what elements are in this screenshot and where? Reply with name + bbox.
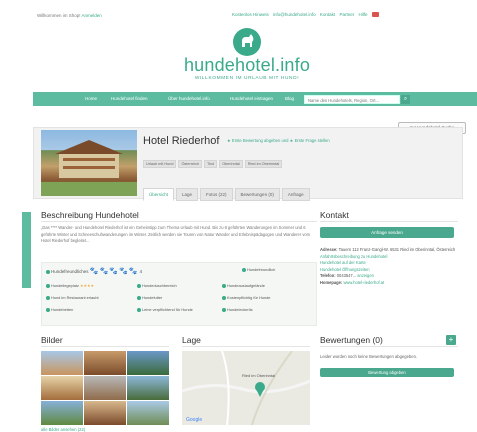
main-navigation: Home Hundehotel finden Über hundehotel.i… (33, 92, 477, 106)
divider (41, 221, 317, 222)
divider (41, 346, 169, 347)
nav-hundehotel-finden[interactable]: Hundehotel finden (111, 96, 148, 101)
map-place-label: Ried im Oberinntal (242, 373, 276, 378)
check-icon (222, 295, 226, 300)
write-review-button[interactable]: Bewertung abgeben (320, 368, 454, 377)
feature-item: Hundefreundlich (247, 267, 276, 272)
hotel-photo[interactable] (41, 130, 137, 196)
tab-bewertungen[interactable]: Bewertungen (0) (234, 188, 280, 201)
divider (320, 221, 458, 222)
feature-item: Hundebetten (51, 307, 74, 312)
top-link-kontakt[interactable]: Kontakt (320, 12, 335, 17)
nav-eintragen[interactable]: Hundehotel eintragen (230, 96, 273, 101)
check-icon (137, 283, 141, 288)
tab-lage[interactable]: Lage (176, 188, 199, 201)
top-link-hilfe[interactable]: Hilfe (358, 12, 367, 17)
check-icon (137, 307, 141, 312)
top-link-email[interactable]: info@hundehotel.info (273, 12, 316, 17)
feature-item: Hundeduschbereich (142, 283, 177, 288)
lage-title: Lage (182, 335, 201, 345)
no-reviews-text: Leider wurden noch keine Bewertungen abg… (320, 354, 418, 359)
homepage-label: Homepage: (320, 279, 343, 285)
features-box: Hundefreundliches 🐾🐾🐾🐾🐾 4 Hundeliegeplat… (41, 262, 317, 326)
svg-text:Google: Google (186, 417, 202, 423)
feature-item: Hund im Restaurant erlaubt (51, 295, 99, 300)
gallery-photo[interactable] (84, 401, 126, 425)
check-icon (242, 267, 246, 272)
check-icon (222, 307, 226, 312)
tag-region[interactable]: Tirol (203, 160, 218, 168)
check-icon (46, 283, 50, 288)
phone-label: Telefon: (320, 273, 336, 278)
top-link-partner[interactable]: Partner (339, 12, 354, 17)
side-feedback-tab[interactable] (22, 212, 31, 288)
logo-text[interactable]: hundehotel.info (177, 55, 317, 76)
paw-count: 4 (139, 269, 143, 274)
gallery-photo[interactable] (127, 376, 169, 400)
bilder-title: Bilder (41, 335, 63, 345)
feature-item: Hundeleckerlis (227, 307, 253, 312)
kontakt-title: Kontakt (320, 210, 349, 220)
homepage-link[interactable]: www.hotel-riederhof.at (343, 280, 384, 285)
feature-item: Hundeauslaufgelände (227, 283, 265, 288)
bewertungen-title: Bewertungen (0) (320, 335, 383, 345)
gallery-photo[interactable] (41, 376, 83, 400)
divider (320, 346, 458, 347)
rating-links[interactable]: ★ Erste Bewertung abgeben und ★ Erste Fr… (227, 138, 330, 143)
tab-uebersicht[interactable]: Übersicht (143, 188, 175, 201)
login-link[interactable]: Anmelden (82, 13, 102, 18)
check-icon (46, 295, 50, 300)
more-photos-link[interactable]: alle Bilder ansehen (22) (41, 427, 85, 432)
gallery-photo[interactable] (41, 401, 83, 425)
tag-land[interactable]: Österreich (178, 160, 202, 168)
hotel-name: Hotel Riederhof (143, 135, 220, 147)
nav-ueber[interactable]: Über hundehotel.info (168, 96, 210, 101)
hotel-tags: Urlaub mit Hund Österreich Tirol Oberinntal… (143, 152, 284, 170)
check-icon (46, 269, 50, 274)
features-title: Hundefreundliches (51, 269, 89, 274)
description-title: Beschreibung Hundehotel (41, 210, 139, 220)
gallery-photo[interactable] (84, 376, 126, 400)
dog-logo-icon[interactable] (233, 28, 261, 56)
feature-item: Hundeliegeplatz (51, 283, 79, 288)
address-value: Tauern 112 Franz-Gangl-W. 6531 Ried im O… (338, 247, 456, 252)
kontakt-details: Adresse: Tauern 112 Franz-Gangl-W. 6531 … (320, 247, 460, 286)
feature-item: Kostenpflichtig für Hunde (227, 295, 271, 300)
flag-icon[interactable] (371, 12, 379, 18)
address-label: Adresse: (320, 247, 338, 252)
check-icon (46, 307, 50, 312)
search-icon[interactable]: ⌕ (401, 95, 410, 104)
nav-blog[interactable]: Blog (285, 96, 294, 101)
paw-rating-icon: 🐾🐾🐾🐾🐾 (89, 268, 139, 275)
gallery-photo[interactable] (127, 401, 169, 425)
feature-item: Hundefutter (142, 295, 163, 300)
anfrage-button[interactable]: Anfrage senden (320, 227, 454, 238)
top-links: Kostenlos Hinweis info@hundehotel.info K… (232, 12, 382, 18)
gallery-photo[interactable] (127, 351, 169, 375)
tag-urlaub[interactable]: Urlaub mit Hund (143, 160, 177, 168)
tag-area[interactable]: Oberinntal (219, 160, 243, 168)
feature-item: Leine verpflichtend für Hunde (142, 307, 193, 312)
description-text: „Das **** Wander- und Hundehotel Riederh… (41, 225, 311, 243)
tab-anfrage[interactable]: Anfrage (281, 188, 310, 201)
phone-show-link[interactable]: anzeigen (357, 273, 374, 278)
check-icon (137, 295, 141, 300)
nav-home[interactable]: Home (85, 96, 97, 101)
check-icon (222, 283, 226, 288)
divider (182, 346, 310, 347)
add-review-icon[interactable]: + (446, 335, 456, 345)
search-input[interactable]: Name des Hundehotels, Region, Ort... (304, 95, 400, 104)
photo-gallery (41, 351, 169, 425)
top-link-0[interactable]: Kostenlos Hinweis (232, 12, 269, 17)
hotel-tabs: Übersicht Lage Fotos (22) Bewertungen (0) An… (143, 183, 312, 201)
welcome-text: Willkommen im Shop! Anmelden (37, 13, 102, 18)
tab-fotos[interactable]: Fotos (22) (200, 188, 233, 201)
location-map[interactable]: Google Ried im Oberinntal (182, 351, 310, 425)
phone-value: 0043547... (336, 273, 357, 278)
gallery-photo[interactable] (84, 351, 126, 375)
gallery-photo[interactable] (41, 351, 83, 375)
tag-ort[interactable]: Ried im Oberinntal (244, 160, 283, 168)
logo-tagline: WILLKOMMEN IM URLAUB MIT HUND! (194, 76, 300, 81)
